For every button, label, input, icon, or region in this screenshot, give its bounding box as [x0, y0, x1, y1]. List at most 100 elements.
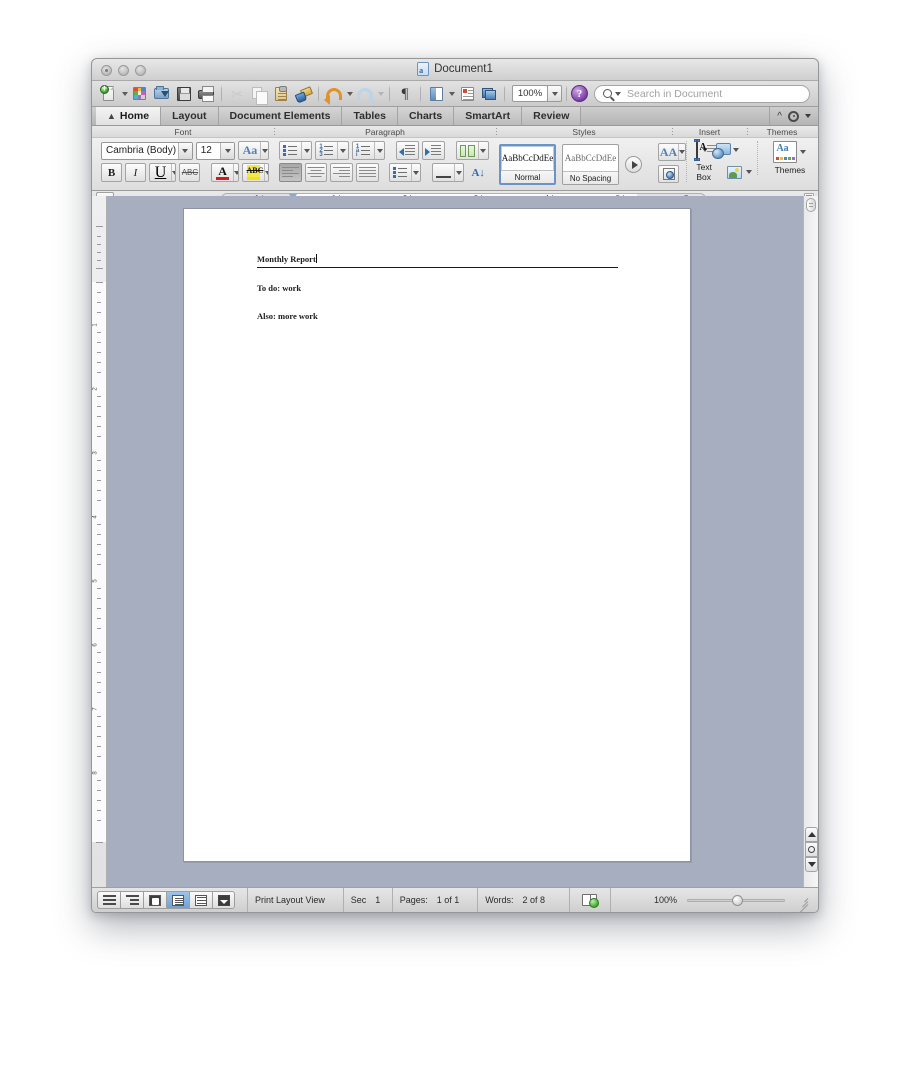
zoom-slider-knob[interactable] — [732, 894, 743, 906]
sidebar-button[interactable] — [425, 84, 447, 104]
align-center-button[interactable] — [304, 163, 328, 182]
picture-icon[interactable] — [727, 165, 742, 179]
media-browser-button[interactable] — [478, 84, 500, 104]
page-canvas[interactable]: Monthly Report To do: work Also: more wo… — [107, 196, 803, 887]
next-page-button[interactable] — [805, 857, 818, 872]
notebook-button[interactable] — [456, 84, 478, 104]
print-button[interactable] — [195, 84, 217, 104]
font-size-combo[interactable]: 12 — [195, 141, 236, 160]
paste-button[interactable] — [270, 84, 292, 104]
manage-styles-button[interactable]: AА — [658, 143, 687, 161]
scrollbar-thumb[interactable] — [806, 198, 816, 212]
italic-button[interactable]: I — [125, 163, 146, 182]
new-document-arrow[interactable] — [120, 84, 129, 104]
previous-page-button[interactable] — [805, 827, 818, 842]
draft-view-button[interactable] — [97, 891, 120, 909]
zoom-value[interactable]: 100% — [512, 85, 548, 102]
publishing-layout-view-button[interactable] — [143, 891, 166, 909]
borders-button[interactable] — [431, 163, 465, 182]
underline-button[interactable]: U — [149, 163, 177, 182]
document-heading[interactable]: Monthly Report — [257, 253, 618, 268]
undo-arrow[interactable] — [345, 84, 354, 104]
font-family-combo[interactable]: Cambria (Body) — [101, 141, 193, 160]
chevron-down-icon[interactable] — [220, 142, 235, 159]
chevron-down-icon[interactable] — [477, 142, 488, 159]
styles-more-button[interactable] — [625, 156, 642, 173]
notebook-layout-view-button[interactable] — [189, 891, 212, 909]
sort-button[interactable]: A↓ — [467, 163, 489, 182]
print-layout-view-button[interactable] — [166, 891, 189, 909]
search-input[interactable]: Search in Document — [594, 84, 810, 103]
document-page[interactable]: Monthly Report To do: work Also: more wo… — [183, 208, 691, 862]
help-icon[interactable]: ? — [571, 85, 588, 102]
increase-indent-button[interactable] — [421, 141, 445, 160]
resize-grip-icon[interactable] — [795, 894, 809, 912]
multilevel-list-button[interactable]: 1ai — [351, 141, 386, 160]
chevron-down-icon[interactable] — [800, 150, 807, 154]
styles-pane-button[interactable] — [658, 165, 680, 183]
bulleted-list-button[interactable] — [279, 141, 313, 160]
sidebar-arrow[interactable] — [447, 84, 456, 104]
gear-icon[interactable] — [788, 110, 799, 122]
chevron-down-icon[interactable] — [677, 144, 686, 160]
chevron-up-icon[interactable]: ^ — [777, 111, 782, 122]
template-gallery-button[interactable] — [129, 84, 151, 104]
tab-home[interactable]: ▲ Home — [96, 107, 162, 125]
chevron-down-icon[interactable] — [337, 142, 347, 159]
decrease-indent-button[interactable] — [395, 141, 419, 160]
format-painter-button[interactable] — [292, 84, 314, 104]
vertical-ruler[interactable]: 1 2 3 4 5 6 7 8 — [92, 196, 107, 887]
numbered-list-button[interactable]: 123 — [315, 141, 349, 160]
undo-button[interactable] — [323, 84, 345, 105]
themes-icon[interactable]: Aa — [773, 141, 798, 163]
strikethrough-button[interactable]: ABC — [179, 163, 201, 182]
font-color-button[interactable]: A — [211, 163, 239, 182]
chevron-down-icon[interactable] — [411, 164, 420, 181]
chevron-down-icon[interactable] — [615, 91, 621, 96]
tab-document-elements[interactable]: Document Elements — [218, 107, 343, 125]
align-justify-button[interactable] — [356, 163, 379, 182]
document-paragraph[interactable]: To do: work — [257, 282, 618, 294]
chevron-down-icon[interactable] — [171, 164, 175, 181]
tab-tables[interactable]: Tables — [342, 107, 398, 125]
tab-layout[interactable]: Layout — [161, 107, 219, 125]
tab-review[interactable]: Review — [522, 107, 582, 125]
chevron-down-icon[interactable] — [177, 142, 192, 159]
chevron-down-icon[interactable] — [453, 164, 464, 181]
open-document-button[interactable] — [151, 84, 173, 104]
chevron-down-icon[interactable] — [373, 142, 384, 159]
bold-button[interactable]: B — [101, 163, 122, 182]
tab-smartart[interactable]: SmartArt — [454, 107, 523, 125]
zoom-stepper[interactable] — [547, 85, 562, 102]
chevron-down-icon[interactable] — [263, 164, 268, 181]
redo-arrow[interactable] — [376, 84, 385, 104]
align-right-button[interactable] — [330, 163, 354, 182]
copy-button[interactable] — [248, 84, 270, 105]
highlight-button[interactable]: ABC — [241, 163, 269, 182]
outline-view-button[interactable] — [120, 891, 143, 909]
select-browse-object-button[interactable] — [805, 842, 818, 857]
line-spacing-button[interactable] — [389, 163, 422, 182]
chevron-down-icon[interactable] — [805, 114, 811, 118]
spellcheck-cell[interactable] — [568, 887, 610, 912]
chevron-down-icon[interactable] — [233, 164, 237, 181]
columns-button[interactable] — [455, 141, 490, 160]
zoom-slider[interactable] — [687, 894, 785, 906]
change-case-button[interactable]: Aa — [238, 141, 269, 160]
document-paragraph[interactable]: Also: more work — [257, 310, 618, 322]
document-body[interactable]: Monthly Report To do: work Also: more wo… — [257, 253, 618, 338]
style-card-no-spacing[interactable]: AaBbCcDdEe No Spacing — [562, 144, 619, 185]
text-box-icon-wrap[interactable] — [694, 139, 701, 161]
show-formatting-button[interactable]: ¶ — [394, 84, 416, 104]
chevron-down-icon[interactable] — [260, 142, 268, 159]
focus-view-button[interactable] — [212, 891, 235, 909]
tab-charts[interactable]: Charts — [397, 107, 455, 125]
vertical-scrollbar[interactable] — [803, 196, 818, 887]
style-card-normal[interactable]: AaBbCcDdEe Normal — [499, 144, 556, 185]
align-left-button[interactable] — [279, 163, 302, 182]
chevron-down-icon[interactable] — [301, 142, 311, 159]
chevron-down-icon[interactable] — [733, 148, 740, 152]
shapes-icon[interactable] — [712, 142, 732, 159]
new-document-button[interactable] — [98, 83, 120, 104]
chevron-down-icon[interactable] — [745, 170, 752, 174]
